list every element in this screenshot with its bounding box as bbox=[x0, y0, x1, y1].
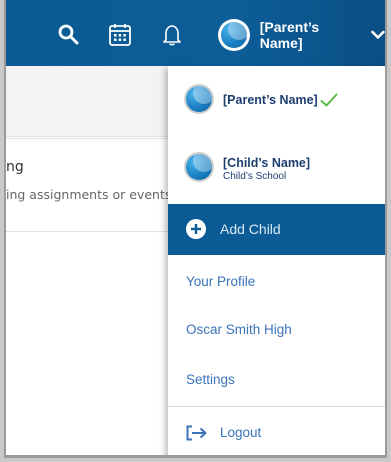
top-navigation-bar: [Parent’s Name] bbox=[6, 0, 385, 66]
user-name: [Parent’s Name] bbox=[259, 19, 320, 51]
menu-item-label: Your Profile bbox=[186, 274, 256, 289]
app-window: [Parent’s Name] ng ing assignments or ev… bbox=[4, 0, 387, 458]
upcoming-card: ng ing assignments or events bbox=[6, 138, 172, 232]
account-school: Child’s School bbox=[223, 171, 287, 182]
bell-icon[interactable] bbox=[159, 22, 185, 48]
divider bbox=[168, 406, 385, 407]
card-text: ing assignments or events bbox=[6, 187, 172, 202]
avatar bbox=[184, 84, 214, 114]
account-name: [Child’s Name] bbox=[223, 156, 311, 170]
logout-icon bbox=[186, 425, 207, 441]
menu-item-settings[interactable]: Settings bbox=[168, 361, 385, 401]
avatar bbox=[184, 152, 214, 182]
add-child-label: Add Child bbox=[220, 221, 281, 237]
account-item-child[interactable]: [Child’s Name] Child’s School bbox=[168, 134, 385, 204]
account-name: [Parent’s Name] bbox=[223, 93, 318, 107]
search-icon[interactable] bbox=[56, 22, 82, 48]
add-child-button[interactable]: Add Child bbox=[168, 204, 385, 255]
card-title: ng bbox=[6, 159, 24, 175]
calendar-icon[interactable] bbox=[107, 22, 133, 48]
user-menu-toggle[interactable]: [Parent’s Name] bbox=[218, 17, 385, 53]
chevron-down-icon bbox=[371, 30, 385, 39]
account-dropdown-menu: [Parent’s Name] [Child’s Name] Child’s S… bbox=[168, 66, 385, 455]
logout-label: Logout bbox=[220, 425, 262, 440]
account-item-parent[interactable]: [Parent’s Name] bbox=[168, 66, 385, 134]
avatar bbox=[218, 19, 250, 51]
page-header-strip bbox=[6, 66, 170, 137]
menu-item-label: Settings bbox=[186, 372, 235, 387]
menu-item-label: Oscar Smith High bbox=[186, 322, 292, 337]
plus-icon bbox=[186, 219, 206, 239]
logout-button[interactable]: Logout bbox=[168, 414, 385, 454]
checkmark-icon bbox=[320, 93, 338, 107]
menu-item-school[interactable]: Oscar Smith High bbox=[168, 311, 385, 351]
menu-item-your-profile[interactable]: Your Profile bbox=[168, 263, 385, 303]
